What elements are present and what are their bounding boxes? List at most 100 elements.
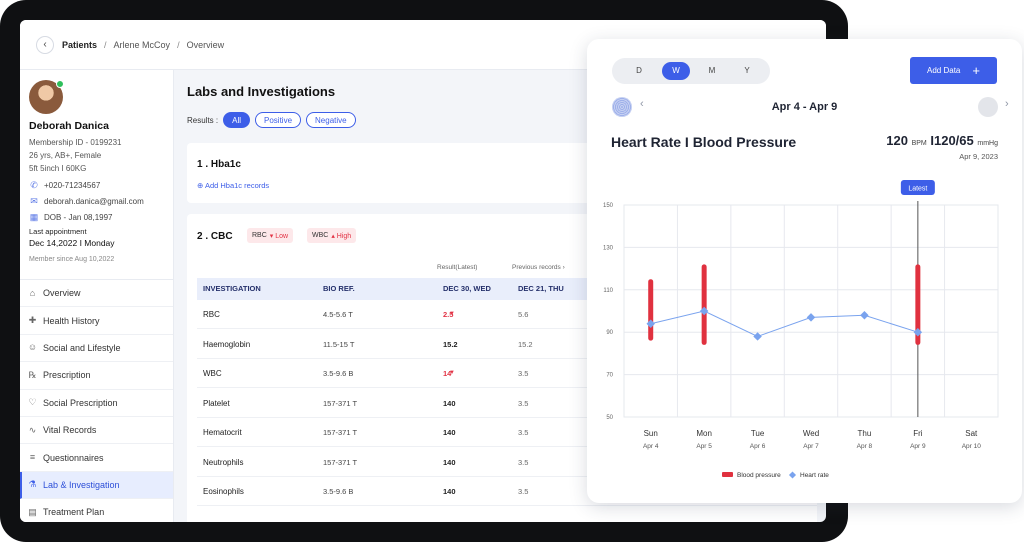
breadcrumb-separator: / xyxy=(104,39,107,50)
sidebar-item-label: Health History xyxy=(43,315,100,326)
sidebar-item-label: Lab & Investigation xyxy=(43,479,120,490)
patient-profile: Deborah Danica Membership ID - 0199231 2… xyxy=(20,70,173,280)
sidebar-menu: ⌂ Overview ✚ Health History ☺ Social and Life… xyxy=(20,280,173,522)
sidebar-item-treatment-plan[interactable]: ▤ Treatment Plan xyxy=(20,499,173,522)
heart-rate-point xyxy=(646,319,655,328)
sidebar-item-questionnaires[interactable]: ≡ Questionnaires xyxy=(20,444,173,472)
dob: ▦ DOB - Jan 08,1997 xyxy=(29,212,113,222)
row-bio-ref: 3.5-9.6 B xyxy=(323,369,354,378)
heart-icon: ♡ xyxy=(28,397,37,408)
back-button[interactable]: ‹ xyxy=(36,35,54,54)
x-tick-label: Tue xyxy=(751,429,765,438)
sidebar-item-label: Prescription xyxy=(43,370,91,381)
cbc-title: 2 . CBC xyxy=(197,231,233,242)
sidebar-item-prescription[interactable]: ℞ Prescription xyxy=(20,362,173,390)
sidebar-item-vital-records[interactable]: ∿ Vital Records xyxy=(20,417,173,445)
chevron-left-icon: ‹ xyxy=(43,39,47,50)
last-appointment: Dec 14,2022 I Monday xyxy=(29,238,115,248)
row-bio-ref: 11.5-15 T xyxy=(323,339,355,349)
mail-icon: ✉ xyxy=(30,196,38,206)
x-tick-date: Apr 5 xyxy=(696,443,712,450)
sidebar-item-label: Questionnaires xyxy=(43,452,104,463)
bp-value: 120/65 xyxy=(933,133,974,148)
col-bio-ref: BIO REF. xyxy=(323,284,355,293)
hba1c-title: 1 . Hba1c xyxy=(197,159,241,170)
sidebar-item-overview[interactable]: ⌂ Overview xyxy=(20,280,173,308)
sidebar-item-health-history[interactable]: ✚ Health History xyxy=(20,307,173,335)
x-tick-label: Wed xyxy=(803,429,819,438)
y-tick-label: 110 xyxy=(603,288,613,294)
add-hba1c-link[interactable]: ⊕ Add Hba1c records xyxy=(197,181,269,190)
row-investigation: WBC xyxy=(203,369,222,378)
row-investigation: Haemoglobin xyxy=(203,339,251,349)
online-status-icon xyxy=(56,80,64,88)
list-icon: ≡ xyxy=(29,452,36,463)
sidebar-item-social-and-lifestyle[interactable]: ☺ Social and Lifestyle xyxy=(20,335,173,363)
sidebar-item-lab-investigation[interactable]: ⚗ Lab & Investigation xyxy=(20,471,173,500)
calendar-icon: ▦ xyxy=(29,212,39,222)
vitals-chart: 150 130 110 90 70 50 Sun Apr 4 Mon Apr 5 Tue Apr 6 W… xyxy=(603,180,999,479)
x-tick-label: Sat xyxy=(965,429,978,438)
row-previous: 5.6 xyxy=(518,310,529,319)
vitals-chart-panel: DWMY Add Data + ‹ Apr 4 - Apr 9 › Heart R… xyxy=(587,39,1022,503)
results-filter: Results : All Positive Negative xyxy=(187,112,356,128)
sidebar-item-social-prescription[interactable]: ♡ Social Prescription xyxy=(20,390,173,417)
y-tick-label: 70 xyxy=(606,373,613,379)
patient-name: Deborah Danica xyxy=(29,120,109,132)
breadcrumb-patient[interactable]: Arlene McCoy xyxy=(114,40,171,50)
x-tick-label: Mon xyxy=(696,429,712,438)
pulse-icon: ∿ xyxy=(28,424,37,435)
y-tick-label: 90 xyxy=(606,330,613,336)
legend-label-blood-pressure: Blood pressure xyxy=(737,472,781,479)
member-since: Member since Aug 10,2022 xyxy=(29,256,115,263)
add-data-button[interactable]: Add Data + xyxy=(910,57,997,84)
row-bio-ref: 157-371 T xyxy=(323,457,358,467)
phone: ✆ +020-71234567 xyxy=(30,180,101,190)
sidebar-item-label: Social and Lifestyle xyxy=(43,342,121,353)
period-w[interactable]: W xyxy=(662,62,690,80)
x-tick-label: Fri xyxy=(913,429,923,438)
row-investigation: Neutrophils xyxy=(203,457,244,467)
membership-id: Membership ID - 0199231 xyxy=(29,138,122,147)
x-tick-date: Apr 7 xyxy=(803,443,819,450)
avatar xyxy=(29,80,64,114)
x-tick-date: Apr 8 xyxy=(857,443,873,450)
legend-swatch-heart-rate xyxy=(788,471,797,479)
plot-area xyxy=(623,204,999,418)
period-selector: DWMY xyxy=(612,58,770,84)
row-previous: 3.5 xyxy=(518,487,529,496)
row-previous: 15.2 xyxy=(518,339,533,349)
y-tick-label: 50 xyxy=(606,415,613,421)
breadcrumb-patients[interactable]: Patients xyxy=(62,40,97,50)
sidebar-item-label: Treatment Plan xyxy=(43,507,105,518)
x-tick-label: Sun xyxy=(644,429,658,438)
filter-positive[interactable]: Positive xyxy=(255,112,302,128)
vitals-readout: 120 BPM I120/65 mmHg xyxy=(886,133,998,148)
prescription-icon: ℞ xyxy=(28,369,37,380)
heart-rate-point xyxy=(699,306,709,316)
x-tick-label: Thu xyxy=(858,429,872,438)
filter-negative[interactable]: Negative xyxy=(306,112,356,128)
period-m[interactable]: M xyxy=(698,62,726,80)
heart-rate-point xyxy=(860,310,869,320)
last-appointment-label: Last appointment xyxy=(29,227,87,236)
filter-all[interactable]: All xyxy=(223,112,251,128)
document-icon: ▤ xyxy=(28,506,37,517)
previous-records-link[interactable]: Previous records › xyxy=(512,264,565,271)
next-avatar-icon xyxy=(978,97,998,117)
x-tick-date: Apr 6 xyxy=(750,443,766,450)
bpm-unit: BPM xyxy=(911,140,927,147)
readout-date: Apr 9, 2023 xyxy=(959,152,998,161)
blood-pressure-bar xyxy=(648,279,654,341)
period-d[interactable]: D xyxy=(625,62,653,80)
status-badge: WBC ▴ High xyxy=(307,228,357,243)
period-y[interactable]: Y xyxy=(733,62,761,80)
heart-rate-point xyxy=(753,332,762,341)
overview-icon: ⌂ xyxy=(29,287,36,298)
latest-marker-label: Latest xyxy=(908,186,927,193)
result-latest-label: Result(Latest) xyxy=(437,264,478,271)
demographics: 26 yrs, AB+, Female xyxy=(29,151,102,160)
height-weight: 5ft 5inch I 60KG xyxy=(29,164,87,173)
next-week-button[interactable]: › xyxy=(1005,98,1009,110)
sidebar-item-label: Vital Records xyxy=(43,425,97,436)
